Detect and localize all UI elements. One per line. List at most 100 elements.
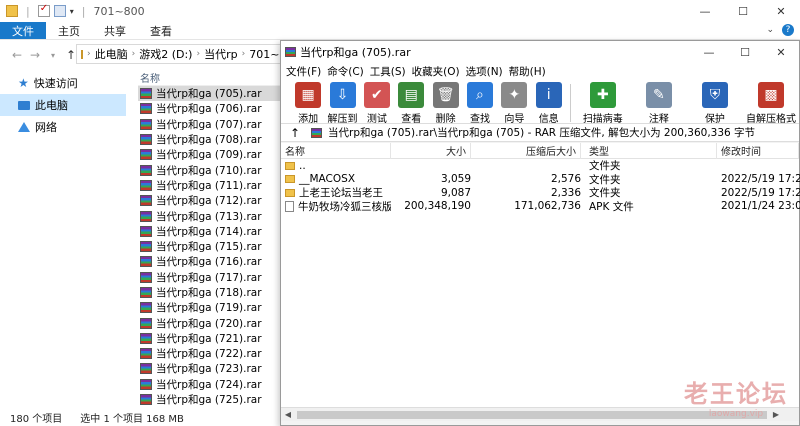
list-item[interactable]: 当代rp和ga (710).rar [138,162,286,177]
tab-view[interactable]: 查看 [138,22,184,39]
file-name: 当代rp和ga (710).rar [156,164,262,177]
nav-item-quick-access[interactable]: ★ 快速访问 [0,72,126,94]
toolbar-button-find[interactable]: ⌕ 查找 [463,82,497,125]
toolbar-button-comment[interactable]: ✎ 注释 [631,82,687,125]
table-row[interactable]: 上老王论坛当老王 9,087 2,336 文件夹 2022/5/19 17:29 [281,186,800,200]
nav-item-network[interactable]: 网络 [0,116,126,138]
tab-home[interactable]: 主页 [46,22,92,39]
back-arrow-icon[interactable]: ← [8,48,26,62]
cell-type: APK 文件 [589,200,634,213]
list-item[interactable]: 当代rp和ga (718).rar [138,285,286,300]
column-header-packed[interactable]: 压缩后大小 [471,142,581,159]
toolbar-button-wizard[interactable]: ✦ 向导 [497,82,531,125]
tab-share[interactable]: 共享 [92,22,138,39]
list-item[interactable]: 当代rp和ga (706).rar [138,101,286,116]
list-item[interactable]: 当代rp和ga (716).rar [138,254,286,269]
table-row[interactable]: 牛奶牧场冷狐三核版(... 200,348,190 171,062,736 APK 文… [281,200,800,214]
toolbar-button-extract[interactable]: ⇩ 解压到 [325,82,359,125]
watermark-url: laowang.vip [708,409,764,419]
list-item[interactable]: 当代rp和ga (721).rar [138,331,286,346]
toolbar-button-virus-scan[interactable]: ✚ 扫描病毒 [575,82,631,125]
toolbar-button-view[interactable]: ▤ 查看 [394,82,428,125]
rar-archive-icon [140,348,152,360]
list-item[interactable]: 当代rp和ga (715).rar [138,239,286,254]
winrar-window: 当代rp和ga (705).rar — ☐ ✕ 文件(F) 命令(C) 工具(S… [280,40,800,426]
forward-arrow-icon[interactable]: → [26,48,44,62]
column-header-type[interactable]: 类型 [581,142,717,159]
list-item[interactable]: 当代rp和ga (719).rar [138,300,286,315]
archive-path-bar: ↑ 当代rp和ga (705).rar\当代rp和ga (705) - RAR … [281,124,799,142]
file-name: 当代rp和ga (707).rar [156,118,262,131]
ribbon-expand-icon[interactable]: ⌄ [766,25,774,35]
ribbon-tabs: 文件 主页 共享 查看 ⌄ ? [0,22,800,40]
minimize-button[interactable]: — [686,0,724,22]
column-header-name[interactable]: 名称 [138,70,286,86]
table-row[interactable]: .. 文件夹 [281,159,799,173]
customize-dropdown-icon[interactable]: ▾ [70,7,74,16]
explorer-title: 701~800 [93,4,145,18]
toolbar-button-delete[interactable]: 🗑 删除 [428,82,462,125]
up-arrow-icon[interactable]: ↑ [285,126,305,140]
new-folder-icon[interactable] [53,5,66,17]
list-item[interactable]: 当代rp和ga (713).rar [138,208,286,223]
properties-check-icon[interactable] [37,3,50,17]
list-item[interactable]: 当代rp和ga (725).rar [138,392,286,407]
breadcrumb-item[interactable]: 此电脑 [95,46,128,62]
close-button[interactable]: ✕ [762,0,800,22]
file-name: 当代rp和ga (706).rar [156,103,262,116]
winrar-app-icon [285,47,296,57]
menu-bar: 文件(F) 命令(C) 工具(S) 收藏夹(O) 选项(N) 帮助(H) [281,63,799,80]
menu-commands[interactable]: 命令(C) [324,64,367,79]
archive-path[interactable]: 当代rp和ga (705).rar\当代rp和ga (705) - RAR 压缩… [328,125,755,140]
breadcrumb-item[interactable]: 当代rp [204,46,238,62]
toolbar-button-info[interactable]: i 信息 [532,82,566,125]
list-item[interactable]: 当代rp和ga (714).rar [138,224,286,239]
file-name: 当代rp和ga (717).rar [156,271,262,284]
list-item[interactable]: 当代rp和ga (705).rar [138,86,286,102]
toolbar-button-test[interactable]: ✔ 测试 [360,82,394,125]
toolbar-label: 删除 [435,114,456,125]
list-item[interactable]: 当代rp和ga (709).rar [138,147,286,162]
list-item[interactable]: 当代rp和ga (724).rar [138,377,286,392]
maximize-button[interactable]: ☐ [724,0,762,22]
close-button[interactable]: ✕ [763,41,799,63]
list-item[interactable]: 当代rp和ga (722).rar [138,346,286,361]
find-icon: ⌕ [466,82,493,108]
toolbar-label: 信息 [538,114,559,125]
breadcrumb[interactable]: › 此电脑 › 游戏2 (D:) › 当代rp › 701~800 [76,44,286,64]
minimize-button[interactable]: — [691,41,727,63]
star-icon: ★ [18,76,29,90]
list-item[interactable]: 当代rp和ga (712).rar [138,193,286,208]
rar-archive-icon [140,164,152,176]
breadcrumb-item[interactable]: 游戏2 (D:) [139,46,192,62]
list-item[interactable]: 当代rp和ga (717).rar [138,270,286,285]
column-header-size[interactable]: 大小 [391,142,471,159]
recent-dropdown-icon[interactable]: ▾ [44,51,62,60]
toolbar-button-sfx[interactable]: ▩ 自解压格式 [743,82,799,125]
menu-file[interactable]: 文件(F) [283,64,324,79]
list-item[interactable]: 当代rp和ga (720).rar [138,315,286,330]
nav-item-this-pc[interactable]: 此电脑 [0,94,126,116]
list-item[interactable]: 当代rp和ga (707).rar [138,117,286,132]
table-row[interactable]: __MACOSX 3,059 2,576 文件夹 2022/5/19 17:29 [281,173,800,187]
rar-archive-icon [140,302,152,314]
help-icon[interactable]: ? [782,24,794,36]
menu-tools[interactable]: 工具(S) [367,64,409,79]
maximize-button[interactable]: ☐ [727,41,763,63]
column-header-modified[interactable]: 修改时间 [717,142,799,159]
menu-favorites[interactable]: 收藏夹(O) [409,64,463,79]
selection-info: 选中 1 个项目 168 MB [80,413,184,425]
column-header-name[interactable]: 名称 [281,142,391,159]
toolbar: ▦ 添加 ⇩ 解压到 ✔ 测试 ▤ 查看 🗑 删除 ⌕ 查找 ✦ 向导 i 信息 ✚ 扫描病毒 ✎ 注释 ⛨ 保护 ▩ 自解压… [281,80,799,125]
toolbar-label: 查看 [401,114,422,125]
scroll-left-icon[interactable]: ◀ [281,410,295,419]
menu-options[interactable]: 选项(N) [463,64,506,79]
list-item[interactable]: 当代rp和ga (723).rar [138,361,286,376]
rar-archive-icon [140,134,152,146]
menu-help[interactable]: 帮助(H) [506,64,549,79]
toolbar-button-add[interactable]: ▦ 添加 [291,82,325,125]
list-item[interactable]: 当代rp和ga (711).rar [138,178,286,193]
tab-file[interactable]: 文件 [0,22,46,39]
list-item[interactable]: 当代rp和ga (708).rar [138,132,286,147]
toolbar-button-protect[interactable]: ⛨ 保护 [687,82,743,125]
